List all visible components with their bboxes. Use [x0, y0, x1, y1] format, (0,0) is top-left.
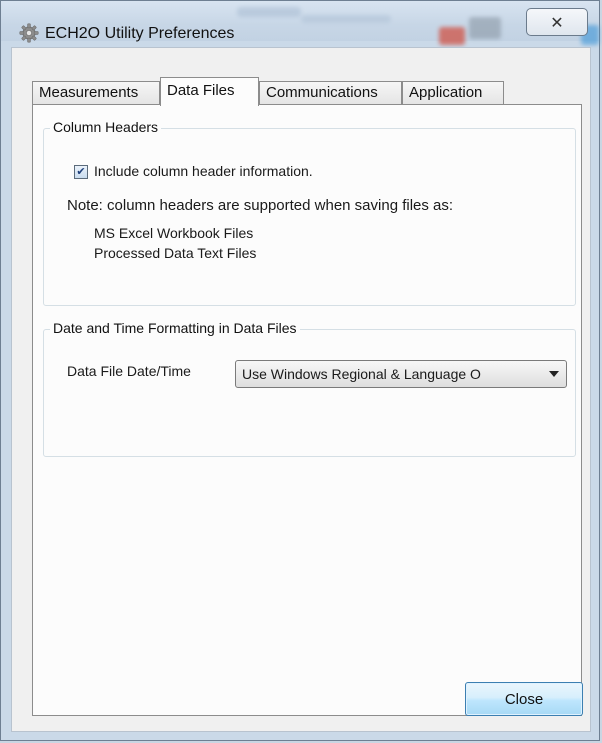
background-blur — [237, 7, 301, 17]
include-column-header-checkbox[interactable]: ✔ — [74, 165, 88, 179]
date-time-format-value: Use Windows Regional & Language O — [242, 366, 481, 382]
title-bar[interactable]: ECH2O Utility Preferences ✕ — [1, 1, 599, 45]
background-blur — [439, 27, 465, 45]
background-blur — [301, 15, 391, 23]
dialog-body: Measurements Data Files Communications A… — [11, 47, 591, 732]
window-close-button[interactable]: ✕ — [526, 8, 588, 36]
date-time-group: Date and Time Formatting in Data Files D… — [43, 320, 576, 457]
column-headers-legend: Column Headers — [50, 119, 162, 135]
tab-measurements[interactable]: Measurements — [32, 81, 160, 105]
window-title: ECH2O Utility Preferences — [45, 25, 235, 42]
date-time-legend: Date and Time Formatting in Data Files — [50, 320, 300, 336]
tab-application[interactable]: Application — [402, 81, 504, 105]
tab-data-files[interactable]: Data Files — [160, 77, 259, 106]
file-type-item: Processed Data Text Files — [94, 245, 257, 261]
date-time-format-select[interactable]: Use Windows Regional & Language O — [235, 360, 567, 388]
file-type-item: MS Excel Workbook Files — [94, 225, 254, 241]
checkmark-icon: ✔ — [76, 165, 86, 178]
close-button[interactable]: Close — [465, 682, 583, 716]
column-headers-group: Column Headers ✔ Include column header i… — [43, 119, 576, 306]
include-column-header-label: Include column header information. — [94, 163, 313, 179]
data-file-date-time-label: Data File Date/Time — [67, 363, 191, 379]
background-blur — [469, 17, 501, 39]
close-icon: ✕ — [550, 12, 564, 32]
chevron-down-icon — [549, 371, 559, 377]
gear-icon — [19, 23, 39, 43]
supported-formats-note: Note: column headers are supported when … — [67, 197, 454, 214]
data-files-panel: Column Headers ✔ Include column header i… — [32, 104, 582, 716]
preferences-window: ECH2O Utility Preferences ✕ Measurements… — [0, 0, 600, 741]
tab-communications[interactable]: Communications — [259, 81, 402, 105]
